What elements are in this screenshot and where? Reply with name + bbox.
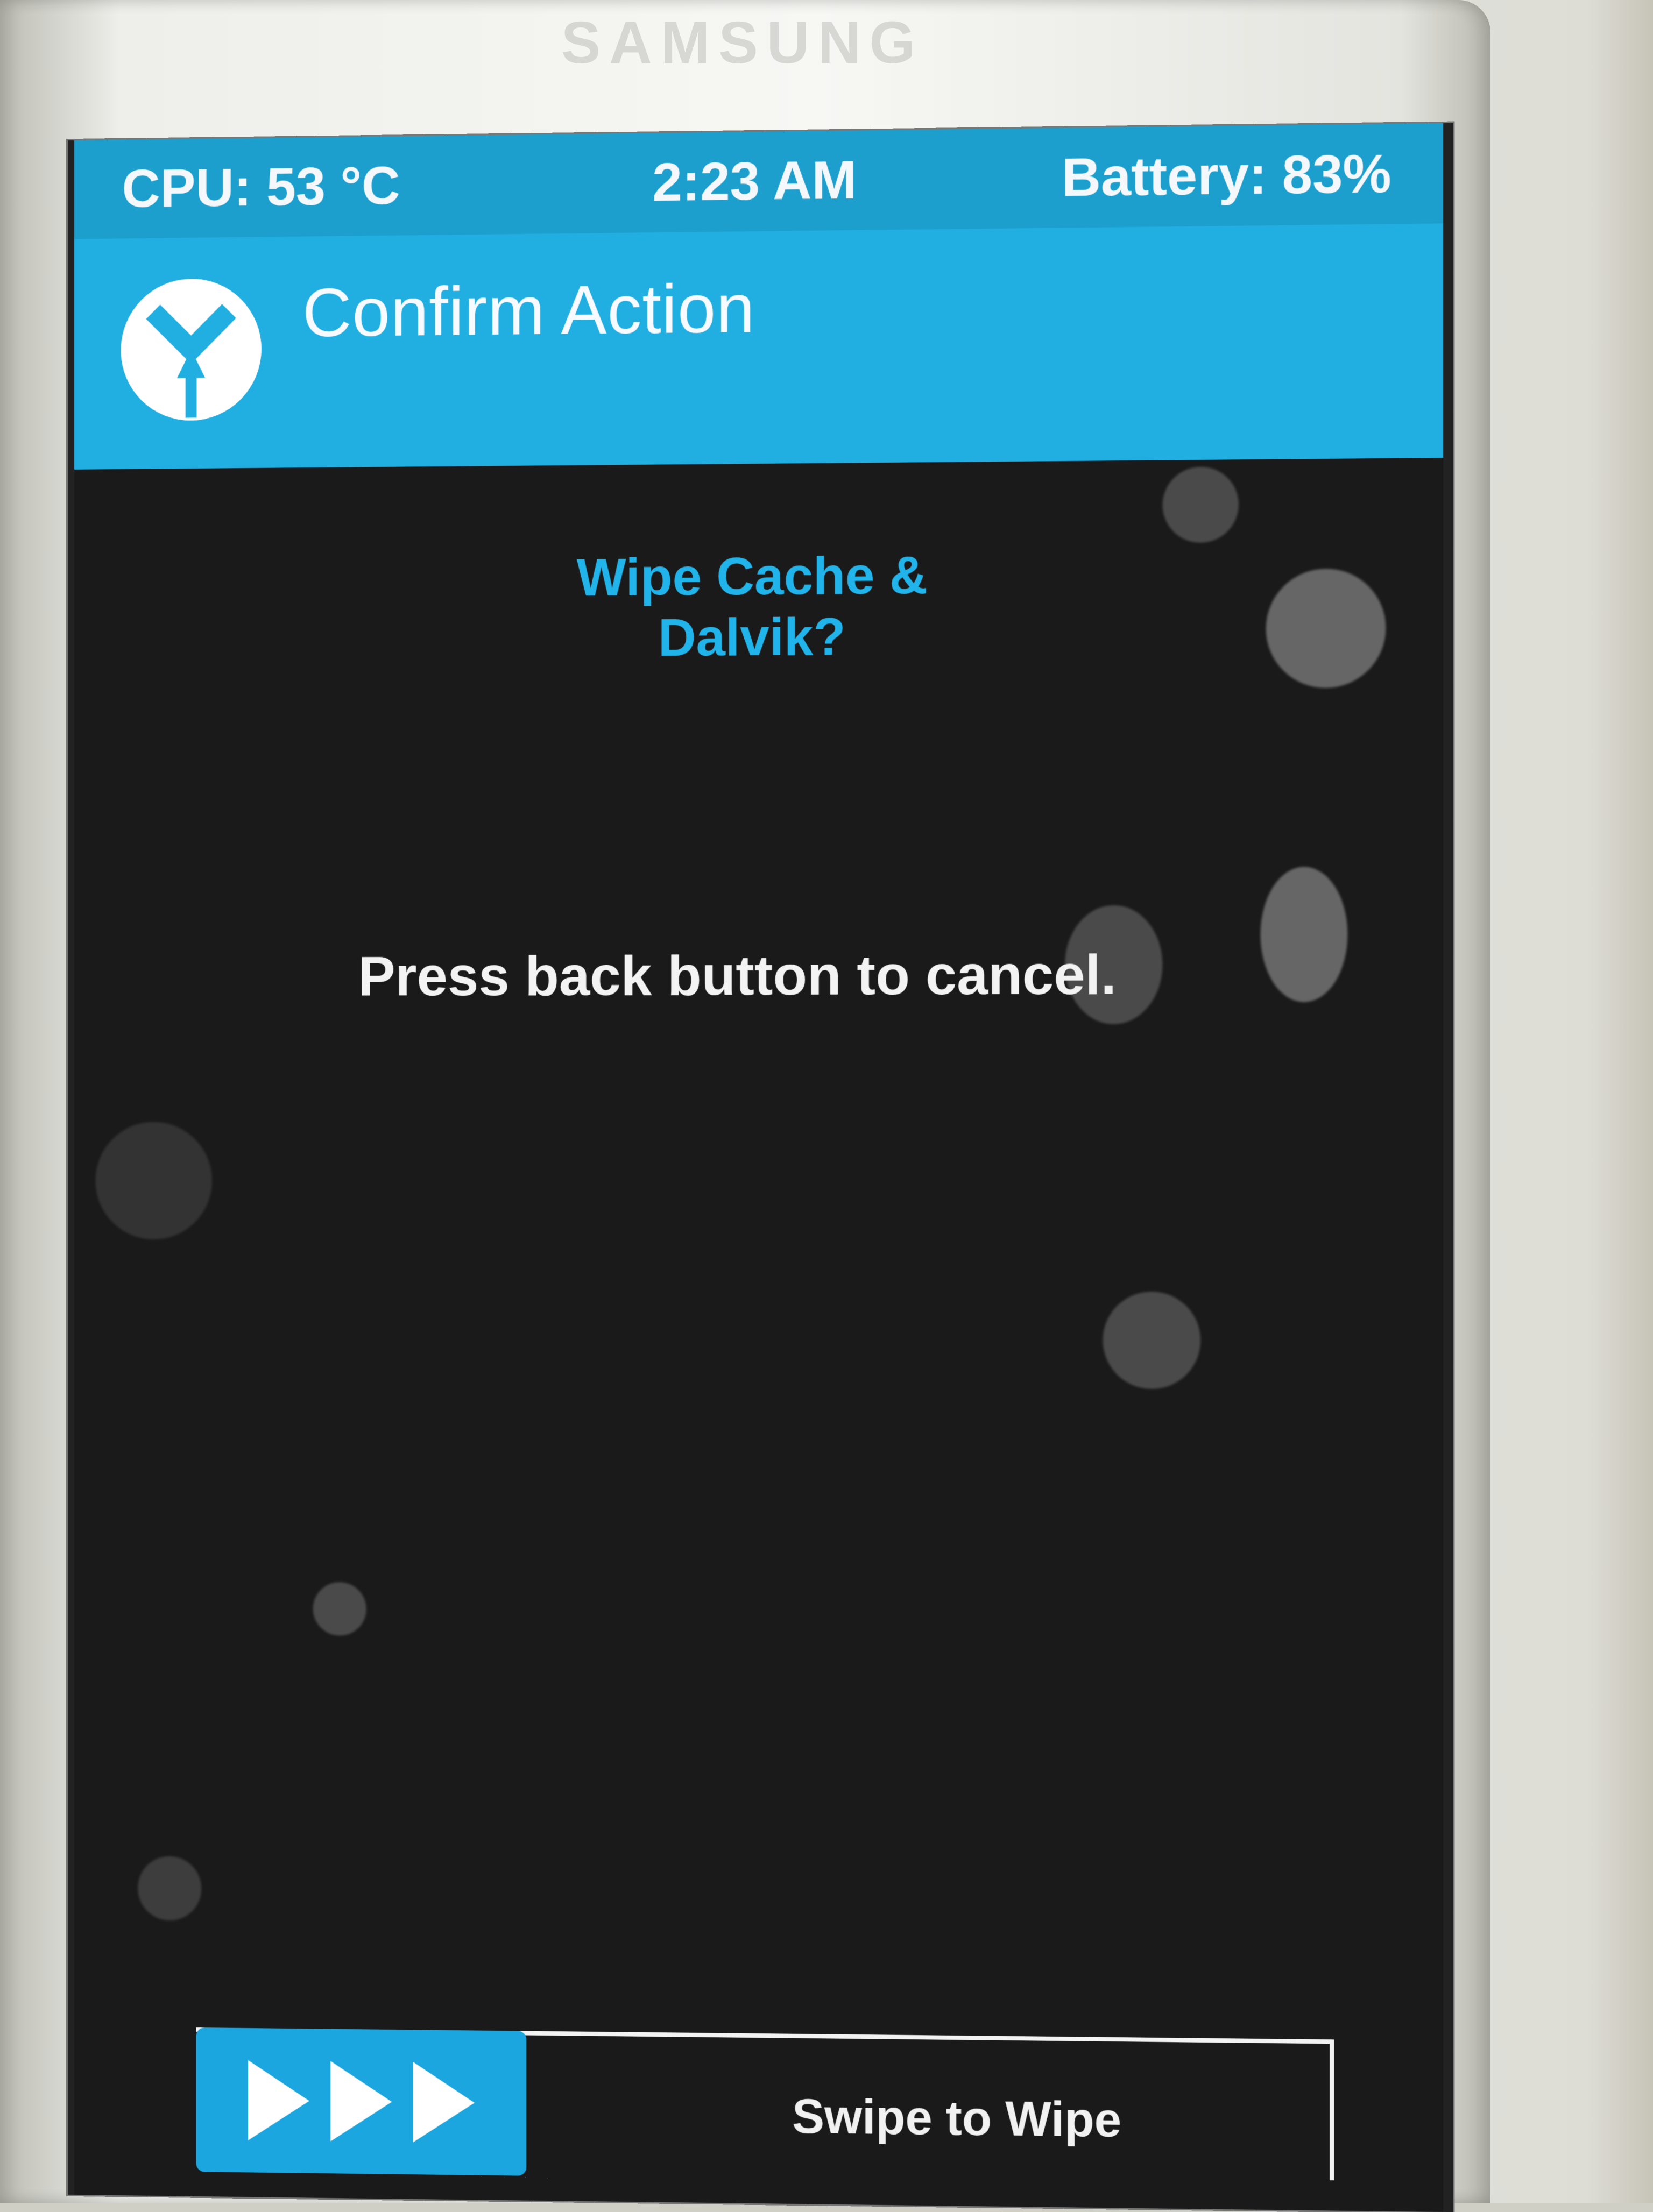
cpu-temperature: CPU: 53 °C bbox=[122, 155, 400, 219]
phone-body: SAMSUNG CPU: 53 °C 2:23 AM Battery: 83% … bbox=[0, 0, 1490, 2212]
status-bar: CPU: 53 °C 2:23 AM Battery: 83% bbox=[74, 123, 1444, 239]
arrow-right-icon bbox=[330, 2061, 392, 2142]
swipe-to-wipe-control[interactable]: Swipe to Wipe bbox=[196, 2027, 1334, 2181]
screen-glare bbox=[1260, 866, 1348, 1003]
swipe-handle[interactable] bbox=[196, 2027, 527, 2176]
header-bar: Confirm Action bbox=[74, 223, 1444, 470]
device-brand: SAMSUNG bbox=[561, 10, 924, 76]
screen-glare bbox=[138, 1856, 202, 1921]
page-title: Confirm Action bbox=[302, 270, 755, 352]
arrow-right-icon bbox=[248, 2060, 309, 2142]
screen-glare bbox=[95, 1122, 213, 1240]
clock: 2:23 AM bbox=[652, 150, 857, 213]
arrow-right-icon bbox=[413, 2062, 475, 2143]
screen-glare bbox=[1266, 568, 1386, 689]
teamwin-logo-icon bbox=[121, 278, 262, 421]
device-screen: CPU: 53 °C 2:23 AM Battery: 83% Confirm … bbox=[68, 123, 1453, 2212]
battery-status: Battery: 83% bbox=[1062, 143, 1391, 208]
screen-glare bbox=[1103, 1291, 1201, 1389]
swipe-label: Swipe to Wipe bbox=[792, 2089, 1122, 2148]
screen-glare bbox=[1064, 905, 1163, 1024]
confirmation-title: Wipe Cache & Dalvik? bbox=[576, 545, 928, 668]
cancel-message: Press back button to cancel. bbox=[358, 944, 1117, 1008]
screen-glare bbox=[1162, 466, 1239, 543]
screen-glare bbox=[313, 1582, 366, 1636]
